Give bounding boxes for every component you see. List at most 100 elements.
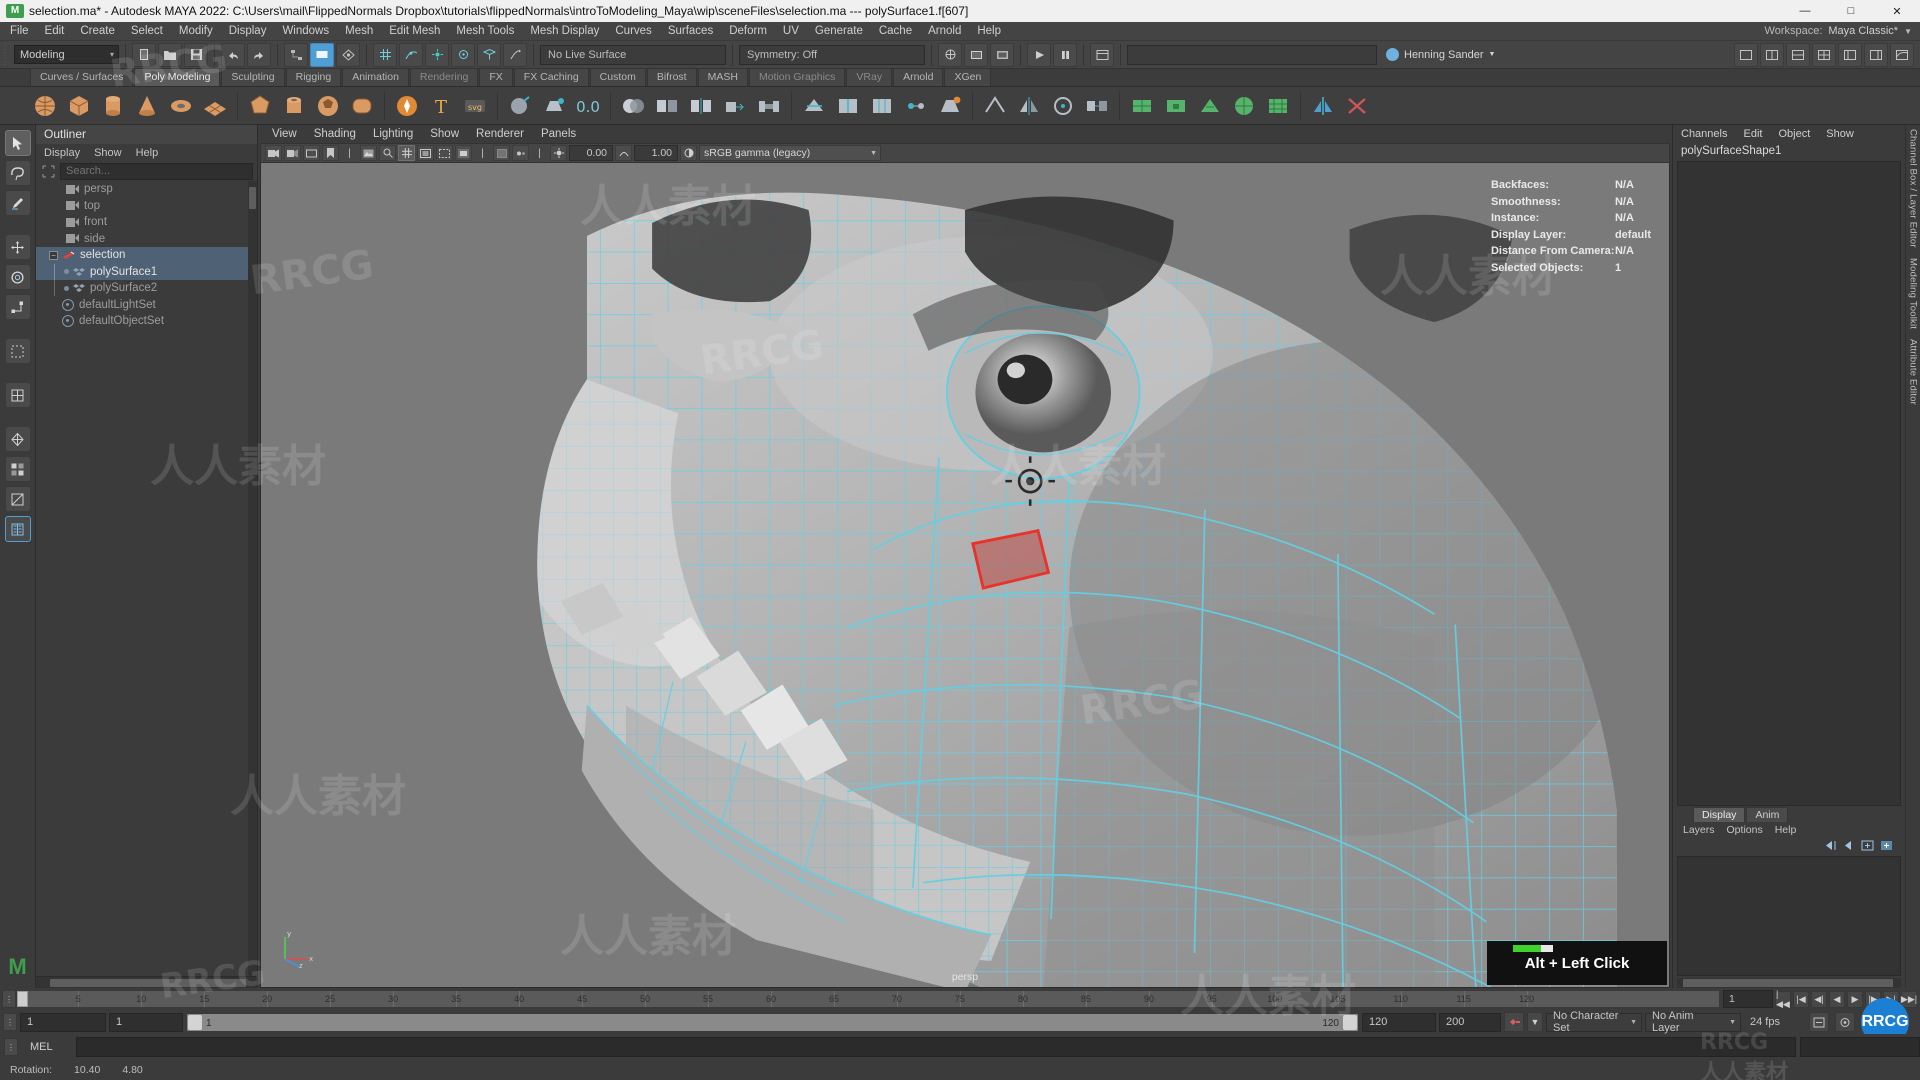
menu-item-cache[interactable]: Cache [871,22,920,41]
layer-menu-help[interactable]: Help [1775,824,1797,836]
playblast-icon[interactable] [1027,43,1051,67]
user-account-chip[interactable]: Henning Sander ▼ [1379,44,1502,66]
film-gate-icon[interactable] [417,145,434,161]
shelf-tab-rigging[interactable]: Rigging [286,68,342,86]
channel-box-menu-channels[interactable]: Channels [1681,128,1727,140]
symmetry-toolkit-icon[interactable] [5,516,31,542]
menu-item-generate[interactable]: Generate [807,22,871,41]
viewport-menu-view[interactable]: View [272,128,297,140]
outliner-item-top[interactable]: top [36,198,257,215]
graph-editor-layout-icon[interactable] [1890,43,1914,67]
menu-item-surfaces[interactable]: Surfaces [660,22,721,41]
shelf-tab-rendering[interactable]: Rendering [410,68,478,86]
vtab-attribute-editor[interactable]: Attribute Editor [1908,339,1919,405]
shelf-tab-animation[interactable]: Animation [342,68,409,86]
snap-to-grid-icon[interactable] [373,43,397,67]
menu-item-select[interactable]: Select [123,22,171,41]
outliner-menu-show[interactable]: Show [94,147,122,159]
color-management-icon[interactable] [680,145,697,161]
color-space-selector[interactable]: sRGB gamma (legacy) ▼ [699,145,881,161]
resolution-gate-icon[interactable] [436,145,453,161]
layer-menu-layers[interactable]: Layers [1683,824,1715,836]
make-live-icon[interactable] [503,43,527,67]
shelf-tab-fx[interactable]: FX [479,68,512,86]
step-back-key-icon[interactable]: |◀ [1793,991,1809,1008]
menu-item-create[interactable]: Create [72,22,123,41]
select-by-component-icon[interactable] [336,43,360,67]
four-pane-layout-icon[interactable] [1812,43,1836,67]
outliner-item-defaultobjectset[interactable]: defaultObjectSet [36,313,257,330]
open-scene-icon[interactable] [158,43,182,67]
select-tool-icon[interactable] [5,130,31,156]
outliner-item-polysurface1[interactable]: polySurface1 [36,264,257,281]
component-toolkit-icon[interactable] [5,456,31,482]
menu-set-selector[interactable]: Modeling ▾ [14,45,119,64]
multi-cut-icon[interactable] [799,91,829,121]
time-slider-track[interactable]: 5 10 15 20 25 30 35 40 45 50 55 60 65 70… [16,990,1720,1008]
xray-joints-icon[interactable] [512,145,529,161]
exposure-value[interactable]: 0.00 [569,145,613,161]
poly-cylinder-icon[interactable] [98,91,128,121]
range-drag-handle[interactable]: ⋮ [3,1013,17,1031]
shelf-tab-fx-caching[interactable]: FX Caching [514,68,589,86]
reduce-icon[interactable] [1195,91,1225,121]
uv-toolkit-icon[interactable] [5,486,31,512]
last-tool-icon[interactable] [5,338,31,364]
channel-box-menu-edit[interactable]: Edit [1743,128,1762,140]
menu-item-edit-mesh[interactable]: Edit Mesh [381,22,448,41]
toggle-hud-icon[interactable] [1090,43,1114,67]
menu-item-arnold[interactable]: Arnold [920,22,969,41]
bridge-icon[interactable] [754,91,784,121]
crease-icon[interactable] [980,91,1010,121]
vtab-modeling-toolkit[interactable]: Modeling Toolkit [1908,258,1919,329]
vtab-channel-box-layer-editor[interactable]: Channel Box / Layer Editor [1908,129,1919,248]
menu-item-mesh-tools[interactable]: Mesh Tools [448,22,522,41]
new-scene-icon[interactable] [132,43,156,67]
menu-item-curves[interactable]: Curves [607,22,659,41]
shelf-tab-mash[interactable]: MASH [698,68,748,86]
symmetrize-icon[interactable] [1308,91,1338,121]
playback-options-icon[interactable] [1835,1012,1855,1032]
live-surface-field[interactable]: No Live Surface [540,45,726,65]
outliner-item-polysurface2[interactable]: polySurface2 [36,280,257,297]
outliner-tree[interactable]: persp top front side [36,181,257,976]
bookmark-icon[interactable] [322,145,339,161]
menu-item-mesh[interactable]: Mesh [337,22,381,41]
bevel-icon[interactable] [539,91,569,121]
menu-item-windows[interactable]: Windows [274,22,337,41]
outliner-search-icon[interactable] [40,163,56,179]
snap-to-curve-icon[interactable] [399,43,423,67]
layer-horizontal-scrollbar[interactable] [1677,978,1901,988]
menu-item-edit[interactable]: Edit [37,22,73,41]
time-slider-playhead[interactable] [17,991,28,1007]
render-current-frame-icon[interactable] [938,43,962,67]
time-slider-drag-handle[interactable]: ⋮ [2,990,16,1008]
maximize-button[interactable]: □ [1828,0,1874,22]
viewport-menu-renderer[interactable]: Renderer [476,128,524,140]
shelf-tab-sculpting[interactable]: Sculpting [221,68,284,86]
two-pane-side-layout-icon[interactable] [1760,43,1784,67]
viewport-menu-shading[interactable]: Shading [314,128,356,140]
animation-preferences-icon[interactable] [1809,1012,1829,1032]
shelf-tab-arnold[interactable]: Arnold [893,68,943,86]
command-search-field[interactable] [1127,45,1377,65]
chevron-down-icon[interactable]: ▼ [1527,1012,1543,1032]
outliner-item-persp[interactable]: persp [36,181,257,198]
average-vertices-icon[interactable] [1048,91,1078,121]
paint-select-tool-icon[interactable] [5,190,31,216]
toolbar-drag-handle[interactable] [4,43,10,67]
type-icon[interactable] [392,91,422,121]
current-frame-field[interactable]: 1 [1723,990,1773,1008]
mirror-icon[interactable] [1014,91,1044,121]
move-layer-down-icon[interactable] [1842,840,1855,854]
range-right-handle[interactable] [1343,1015,1357,1030]
outliner-item-defaultlightset[interactable]: defaultLightSet [36,297,257,314]
text-icon[interactable]: T [426,91,456,121]
image-plane-icon[interactable] [360,145,377,161]
menu-item-deform[interactable]: Deform [721,22,775,41]
poly-plane-icon[interactable] [200,91,230,121]
undo-icon[interactable] [221,43,245,67]
pause-icon[interactable] [1053,43,1077,67]
select-camera-icon[interactable] [265,145,282,161]
single-pane-layout-icon[interactable] [1734,43,1758,67]
